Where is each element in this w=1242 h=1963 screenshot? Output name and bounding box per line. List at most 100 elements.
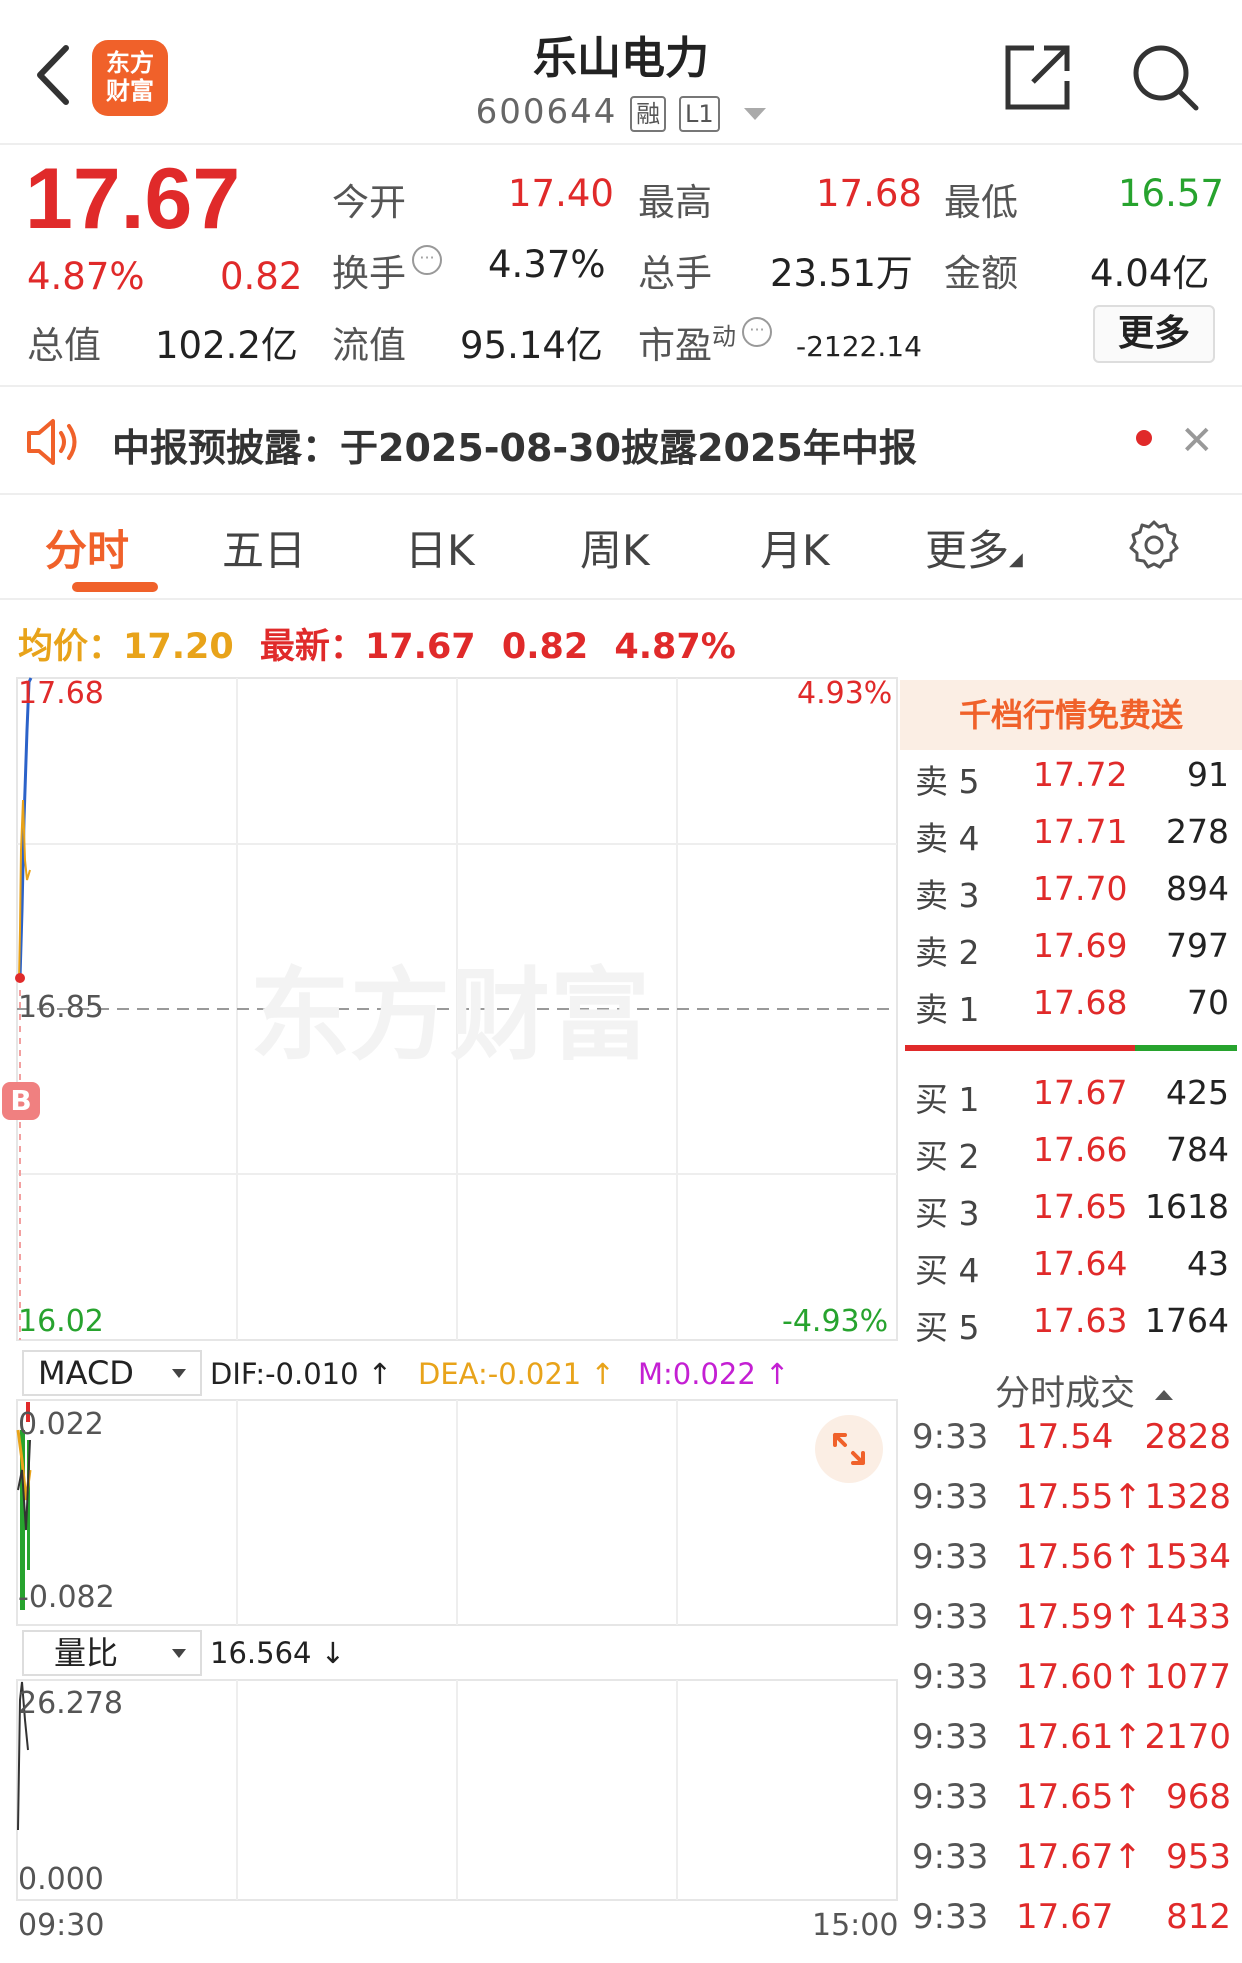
bid-row: 买 4 17.64 43 bbox=[915, 1244, 1229, 1290]
high-value: 17.68 bbox=[816, 172, 922, 215]
x-axis-start: 09:30 bbox=[18, 1908, 105, 1943]
low-value: 16.57 bbox=[1118, 172, 1224, 215]
y-axis-mid: 16.85 bbox=[18, 990, 104, 1025]
tick-row: 9:33 17.65↑ 968 bbox=[912, 1777, 1231, 1817]
last-price: 17.67 bbox=[25, 151, 241, 247]
more-quote-button[interactable]: 更多 bbox=[1093, 305, 1215, 363]
speaker-icon bbox=[27, 419, 77, 465]
avg-label: 均价： bbox=[18, 627, 124, 667]
depth-promo-banner[interactable]: 千档行情免费送 bbox=[900, 680, 1242, 750]
level-tag: L1 bbox=[678, 95, 720, 132]
open-value: 17.40 bbox=[508, 172, 614, 215]
watermark: 东方财富 bbox=[250, 957, 650, 1074]
period-tabs: 分时 五日 日K 周K 月K 更多◢ bbox=[0, 495, 1242, 600]
expand-icon[interactable] bbox=[815, 1415, 883, 1483]
ticks-title[interactable]: 分时成交 bbox=[995, 1365, 1174, 1416]
settings-gear-icon[interactable] bbox=[1128, 519, 1180, 571]
x-axis-end: 15:00 bbox=[812, 1908, 899, 1943]
tab-more[interactable]: 更多◢ bbox=[925, 517, 1023, 578]
low-label: 最低 bbox=[944, 181, 1018, 224]
avg-value: 17.20 bbox=[123, 627, 234, 667]
change-amount: 0.82 bbox=[220, 255, 303, 298]
search-icon[interactable] bbox=[1128, 40, 1203, 115]
close-icon[interactable]: ✕ bbox=[1180, 418, 1214, 464]
share-icon[interactable] bbox=[1000, 40, 1075, 115]
latest-label: 最新： bbox=[259, 627, 365, 667]
change-percent: 4.87% bbox=[27, 255, 145, 298]
ask-row: 卖 4 17.71 278 bbox=[915, 812, 1229, 858]
tab-daily-k[interactable]: 日K bbox=[405, 517, 475, 578]
y-axis-bottom: 16.02 bbox=[18, 1304, 104, 1339]
volume-ratio-value: 16.564 ↓ bbox=[210, 1636, 345, 1670]
turnover-label[interactable]: 换手 ··· bbox=[332, 243, 442, 297]
ask-row: 卖 1 17.68 70 bbox=[915, 983, 1229, 1029]
pe-label[interactable]: 市盈动 ··· bbox=[638, 315, 772, 369]
tick-row: 9:33 17.56↑ 1534 bbox=[912, 1537, 1231, 1577]
macd-dif: DIF:-0.010 ↑ bbox=[210, 1357, 393, 1391]
mktcap-label: 总值 bbox=[27, 324, 101, 367]
latest-pct: 4.87% bbox=[614, 627, 736, 667]
notice-bar[interactable]: 中报预披露：于2025-08-30披露2025年中报 bbox=[0, 385, 1242, 495]
mktcap-value: 102.2亿 bbox=[155, 324, 298, 367]
tick-row: 9:33 17.61↑ 2170 bbox=[912, 1717, 1231, 1757]
ask-row: 卖 3 17.70 894 bbox=[915, 869, 1229, 915]
ask-row: 卖 2 17.69 797 bbox=[915, 926, 1229, 972]
macd-m: M:0.022 ↑ bbox=[638, 1357, 790, 1391]
bid-row: 买 2 17.66 784 bbox=[915, 1130, 1229, 1176]
pe-type: 动 bbox=[712, 322, 736, 351]
float-label: 流值 bbox=[332, 324, 406, 367]
open-point bbox=[15, 973, 25, 983]
latest-value: 17.67 bbox=[364, 627, 476, 667]
bid-row: 买 1 17.67 425 bbox=[915, 1073, 1229, 1119]
tab-five-day[interactable]: 五日 bbox=[222, 517, 306, 578]
tick-row: 9:33 17.59↑ 1433 bbox=[912, 1597, 1231, 1637]
latest-change: 0.82 bbox=[501, 627, 589, 667]
open-label: 今开 bbox=[332, 181, 406, 224]
ask-row: 卖 5 17.72 91 bbox=[915, 755, 1229, 801]
stock-code: 600644 bbox=[475, 92, 618, 132]
notice-text: 中报预披露：于2025-08-30披露2025年中报 bbox=[112, 426, 917, 470]
more-info-icon[interactable]: ··· bbox=[412, 245, 442, 275]
indicator-selector-volume-ratio[interactable]: 量比 bbox=[22, 1630, 202, 1676]
chevron-down-icon[interactable] bbox=[744, 107, 767, 120]
chevron-up-icon[interactable] bbox=[1155, 1390, 1174, 1400]
margin-tag: 融 bbox=[630, 95, 667, 132]
volume-value: 23.51万 bbox=[770, 252, 913, 295]
macd-y-bottom: -0.082 bbox=[18, 1580, 115, 1615]
tick-row: 9:33 17.55↑ 1328 bbox=[912, 1477, 1231, 1517]
float-value: 95.14亿 bbox=[460, 324, 603, 367]
indicator-selector-macd[interactable]: MACD bbox=[22, 1350, 202, 1396]
tick-row: 9:33 17.67 812 bbox=[912, 1897, 1231, 1937]
unread-dot bbox=[1136, 430, 1152, 446]
intraday-chart[interactable]: 东方财富 bbox=[0, 670, 900, 1960]
dropdown-caret-icon bbox=[172, 1649, 186, 1658]
y-axis-top: 17.68 bbox=[18, 676, 104, 711]
tab-monthly-k[interactable]: 月K bbox=[760, 517, 830, 578]
price-summary-line: 均价：17.20 最新：17.67 0.82 4.87% bbox=[18, 618, 736, 669]
tick-row: 9:33 17.67↑ 953 bbox=[912, 1837, 1231, 1877]
pct-axis-top: 4.93% bbox=[797, 676, 893, 711]
turnover-value: 4.37% bbox=[488, 243, 606, 286]
bid-row: 买 3 17.65 1618 bbox=[915, 1187, 1229, 1233]
amount-label: 金额 bbox=[944, 252, 1018, 295]
pct-axis-bottom: -4.93% bbox=[782, 1304, 889, 1339]
more-info-icon[interactable]: ··· bbox=[742, 317, 772, 347]
vr-y-bottom: 0.000 bbox=[18, 1862, 104, 1897]
bid-ask-ratio-bar bbox=[905, 1045, 1237, 1051]
tab-weekly-k[interactable]: 周K bbox=[580, 517, 650, 578]
active-tab-indicator bbox=[72, 582, 158, 592]
tick-row: 9:33 17.60↑ 1077 bbox=[912, 1657, 1231, 1697]
bid-row: 买 5 17.63 1764 bbox=[915, 1301, 1229, 1347]
volume-label: 总手 bbox=[638, 252, 712, 295]
vr-y-top: 26.278 bbox=[18, 1686, 123, 1721]
tab-intraday[interactable]: 分时 bbox=[45, 517, 129, 578]
macd-y-top: 0.022 bbox=[18, 1407, 104, 1442]
pe-value: -2122.14 bbox=[796, 330, 922, 363]
macd-dea: DEA:-0.021 ↑ bbox=[418, 1357, 615, 1391]
tick-row: 9:33 17.54 2828 bbox=[912, 1417, 1231, 1457]
triangle-icon: ◢ bbox=[1009, 549, 1023, 570]
buy-marker[interactable]: B bbox=[2, 1082, 40, 1120]
high-label: 最高 bbox=[638, 181, 712, 224]
dropdown-caret-icon bbox=[172, 1369, 186, 1378]
amount-value: 4.04亿 bbox=[1090, 252, 1210, 295]
